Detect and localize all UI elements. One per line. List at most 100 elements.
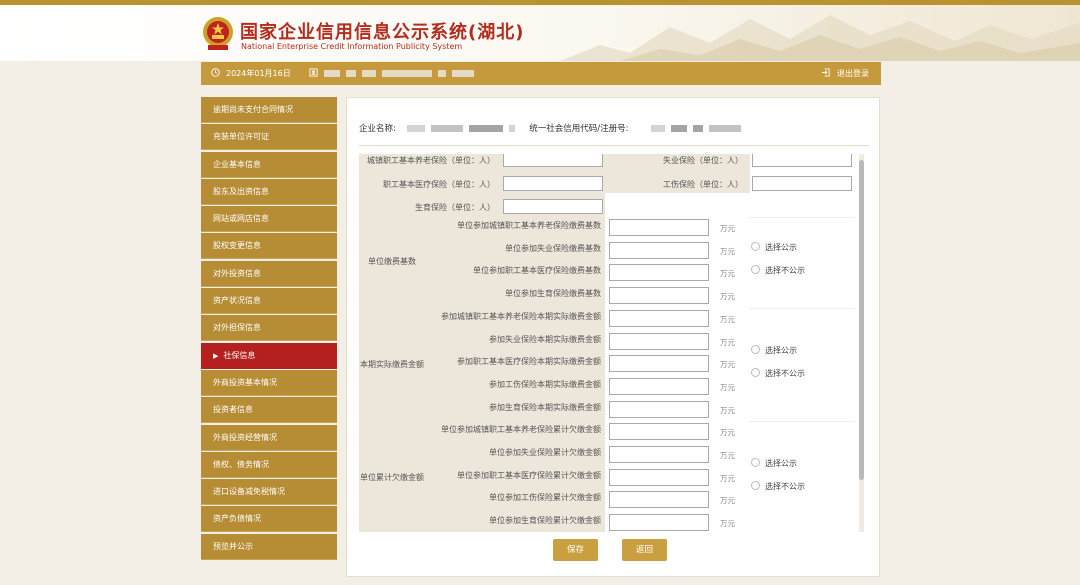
insured-input-medical[interactable] [503, 176, 603, 191]
sidebar-item[interactable]: 外商投资经营情况 [201, 424, 337, 451]
amount-input[interactable] [609, 400, 709, 418]
header-divider [359, 145, 869, 146]
amount-input[interactable] [609, 446, 709, 463]
radio-publish[interactable]: 选择公示 [751, 344, 797, 356]
sidebar-nav: 逾期尚未支付合同情况充装单位许可证企业基本信息股东及出资信息网站或网店信息股权变… [201, 97, 337, 561]
user-info [309, 62, 480, 85]
insured-input-maternity[interactable] [503, 199, 603, 214]
company-info: 企业名称: 统一社会信用代码/注册号: [359, 122, 747, 134]
sidebar-item[interactable]: 逾期尚未支付合同情况 [201, 97, 337, 123]
unit-label: 万元 [720, 496, 735, 506]
social-insurance-form: 城镇职工基本养老保险（单位：人） 职工基本医疗保险（单位：人） 生育保险（单位：… [359, 154, 855, 532]
sidebar-item[interactable]: 资产状况信息 [201, 288, 337, 315]
radio-circle-icon [751, 481, 760, 491]
sidebar-item-label: 预览并公示 [213, 541, 253, 551]
radio-circle-icon [751, 367, 760, 377]
sidebar-item-label: 资产状况信息 [213, 296, 261, 306]
amount-input[interactable] [609, 287, 709, 305]
logout-label: 退出登录 [837, 69, 869, 78]
amount-item-label: 单位参加城镇职工基本养老保险累计欠缴金额 [441, 425, 601, 435]
sidebar-item[interactable]: 预览并公示 [201, 533, 337, 560]
unit-label: 万元 [720, 428, 735, 438]
sidebar-item[interactable]: 债权、债务情况 [201, 451, 337, 478]
sidebar-item-label: 股东及出资信息 [213, 186, 269, 196]
scrollbar-thumb[interactable] [859, 160, 864, 480]
sidebar-item[interactable]: 股权变更信息 [201, 233, 337, 260]
radio-label: 选择不公示 [765, 482, 805, 492]
sidebar-item[interactable]: 投资者信息 [201, 397, 337, 424]
active-arrow-icon: ▶ [213, 351, 219, 360]
amount-input[interactable] [609, 332, 709, 350]
radio-label: 选择不公示 [765, 266, 805, 276]
radio-no-publish[interactable]: 选择不公示 [751, 367, 805, 379]
unit-label: 万元 [720, 269, 735, 279]
amount-item-label: 单位参加职工基本医疗保险累计欠缴金额 [457, 470, 601, 480]
clock-icon [211, 68, 220, 77]
site-header: 国家企业信用信息公示系统(湖北) National Enterprise Cre… [0, 5, 1080, 61]
radio-publish[interactable]: 选择公示 [751, 242, 797, 253]
mountain-decoration [560, 15, 1080, 61]
insured-input-pension[interactable] [503, 154, 603, 167]
date-display: 2024年01月16日 [211, 62, 291, 85]
sidebar-item-label: 对外投资信息 [213, 268, 261, 278]
amount-item-label: 单位参加城镇职工基本养老保险缴费基数 [457, 221, 601, 230]
radio-no-publish[interactable]: 选择不公示 [751, 265, 805, 276]
sidebar-item-label: 对外担保信息 [213, 323, 261, 333]
sidebar-item-label: 外商投资经营情况 [213, 432, 277, 442]
amount-input[interactable] [609, 377, 709, 395]
sidebar-item[interactable]: 资产负债情况 [201, 506, 337, 533]
current-date: 2024年01月16日 [226, 69, 291, 78]
save-button[interactable]: 保存 [553, 539, 598, 561]
radio-circle-icon [751, 344, 760, 354]
form-scrollbar[interactable] [859, 154, 864, 532]
group-separator [749, 217, 855, 218]
insured-label-medical: 职工基本医疗保险（单位：人） [383, 180, 495, 189]
sidebar-item[interactable]: 外商投资基本情况 [201, 369, 337, 396]
logout-link[interactable]: 退出登录 [821, 62, 869, 85]
company-name-label: 企业名称: [359, 124, 396, 134]
user-bar: 2024年01月16日 退出登录 [201, 62, 881, 85]
sidebar-item-label: 投资者信息 [213, 405, 253, 415]
radio-circle-icon [751, 265, 760, 275]
insured-input-injury[interactable] [752, 176, 852, 191]
credit-code-label: 统一社会信用代码/注册号: [529, 124, 629, 134]
unit-label: 万元 [720, 451, 735, 460]
sidebar-item[interactable]: ▶ 社保信息 [201, 342, 337, 369]
radio-label: 选择公示 [765, 459, 797, 469]
amount-input[interactable] [609, 491, 709, 509]
amount-input[interactable] [609, 219, 709, 236]
amount-input[interactable] [609, 355, 709, 373]
sidebar-item[interactable]: 进口设备减免税情况 [201, 479, 337, 506]
sidebar-item-label: 资产负债情况 [213, 514, 261, 524]
amount-input[interactable] [609, 309, 709, 327]
sidebar-item[interactable]: 股东及出资信息 [201, 178, 337, 205]
sidebar-item[interactable]: 对外担保信息 [201, 315, 337, 342]
sidebar-item[interactable]: 对外投资信息 [201, 260, 337, 287]
logout-icon [821, 68, 830, 77]
sidebar-item[interactable]: 网站或网店信息 [201, 206, 337, 233]
unit-label: 万元 [720, 246, 735, 256]
sidebar-item-label: 股权变更信息 [213, 241, 261, 251]
insured-input-unemployment[interactable] [752, 154, 852, 167]
back-button[interactable]: 返回 [622, 539, 667, 561]
group-label: 单位缴费基数 [368, 257, 416, 267]
amount-input[interactable] [609, 468, 709, 486]
amount-input[interactable] [609, 423, 709, 441]
group-label: 本期实际缴费金额 [360, 359, 424, 369]
sidebar-item-label: 社保信息 [223, 350, 256, 360]
sidebar-item-label: 充装单位许可证 [213, 132, 269, 142]
amount-input[interactable] [609, 514, 709, 532]
insured-label-maternity: 生育保险（单位：人） [415, 203, 495, 212]
radio-publish[interactable]: 选择公示 [751, 458, 797, 469]
radio-label: 选择公示 [765, 345, 797, 355]
sidebar-item[interactable]: 充装单位许可证 [201, 124, 337, 151]
social-insurance-panel: 企业名称: 统一社会信用代码/注册号: 城镇职工基本养老保险（单位：人） 职工基… [346, 97, 880, 577]
radio-no-publish[interactable]: 选择不公示 [751, 481, 805, 492]
unit-label: 万元 [720, 224, 735, 233]
unit-label: 万元 [720, 337, 735, 347]
amount-input[interactable] [609, 264, 709, 282]
insured-label-pension: 城镇职工基本养老保险（单位：人） [367, 156, 495, 165]
amount-input[interactable] [609, 241, 709, 259]
sidebar-item[interactable]: 企业基本信息 [201, 151, 337, 178]
insured-label-injury: 工伤保险（单位：人） [663, 180, 743, 189]
